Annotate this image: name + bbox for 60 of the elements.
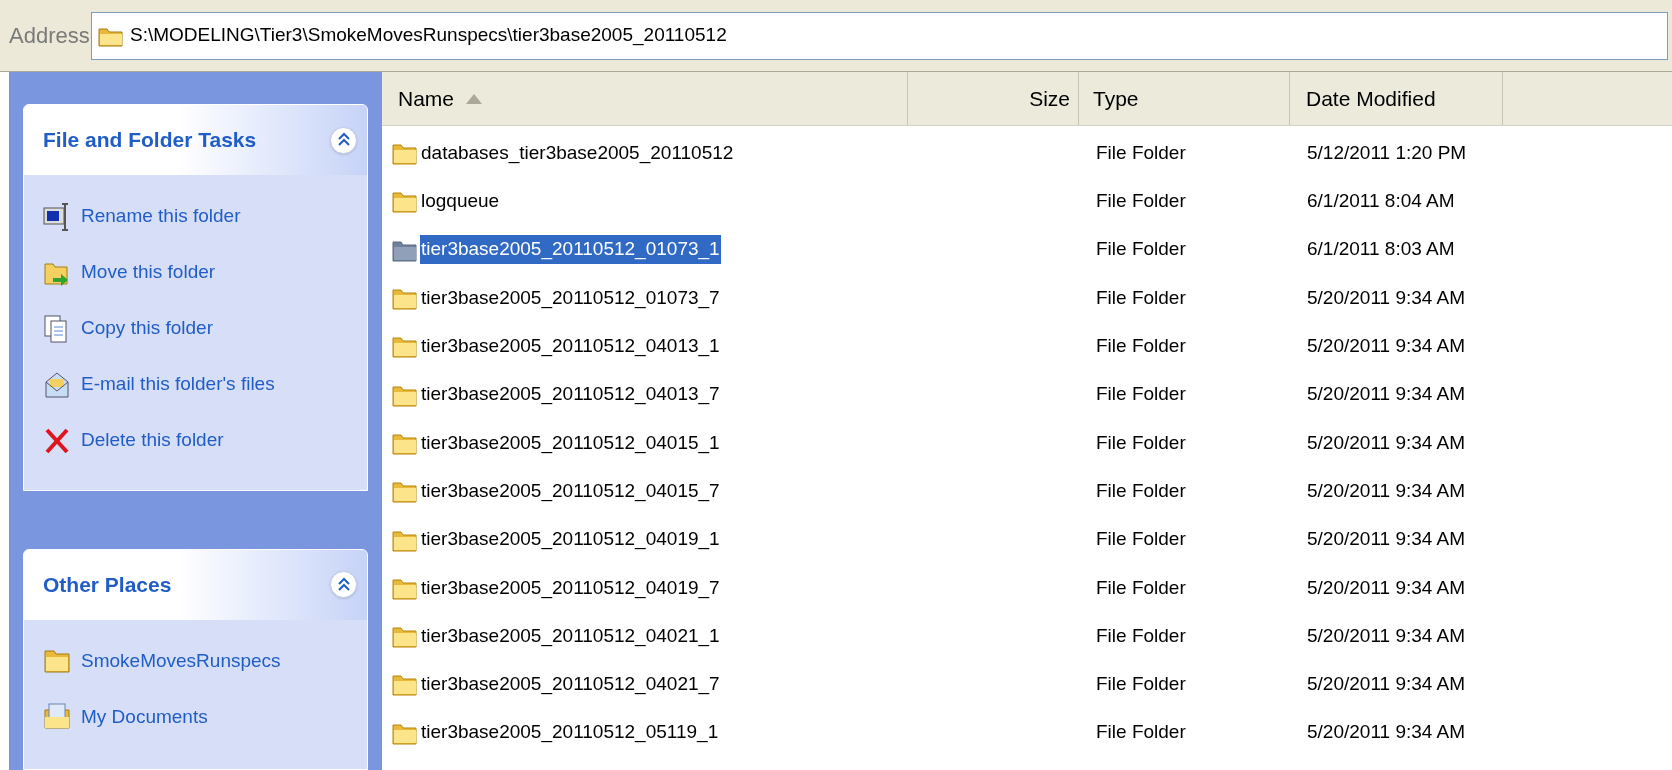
collapse-button[interactable] [330, 126, 357, 154]
column-header[interactable]: Size [908, 72, 1079, 125]
file-name[interactable]: tier3base2005_20110512_04015_7 [420, 476, 721, 506]
panel-title: File and Folder Tasks [43, 127, 257, 154]
file-name[interactable]: tier3base2005_20110512_04013_7 [420, 380, 721, 409]
table-cell-text: 5/20/2011 9:34 AM [1306, 623, 1467, 648]
address-label: Address [9, 22, 91, 50]
table-cell-text: File Folder [1095, 334, 1187, 359]
table-cell-text: File Folder [1095, 382, 1187, 407]
table-cell-text: 5/20/2011 9:34 AM [1306, 334, 1467, 359]
table-cell-text: File Folder [1095, 237, 1187, 262]
table-cell-text: File Folder [1095, 189, 1187, 214]
table-cell-text: File Folder [1095, 672, 1187, 697]
collapse-button[interactable] [330, 571, 357, 599]
table-cell-text: 5/20/2011 9:34 AM [1306, 285, 1467, 310]
column-header[interactable]: Type [1079, 72, 1290, 125]
double-chevron-up-icon [336, 576, 351, 593]
file-name[interactable]: tier3base2005_20110512_04015_1 [420, 428, 721, 458]
table-cell-text: 5/12/2011 1:20 PM [1306, 140, 1468, 165]
column-header[interactable]: Name [382, 72, 908, 125]
task-link[interactable]: E-mail this folder's files [81, 370, 275, 399]
table-cell-text: 5/20/2011 9:34 AM [1306, 720, 1467, 745]
task-link[interactable]: Rename this folder [81, 202, 241, 231]
file-name[interactable]: tier3base2005_20110512_04019_1 [420, 525, 721, 554]
table-cell-text: 5/20/2011 9:34 AM [1306, 527, 1467, 552]
table-cell-text: File Folder [1095, 575, 1187, 600]
column-header[interactable]: Date Modified [1290, 72, 1503, 125]
task-link[interactable]: Copy this folder [81, 314, 213, 343]
table-cell-text: File Folder [1095, 623, 1187, 648]
table-cell-text: 5/20/2011 9:34 AM [1306, 382, 1467, 407]
file-name[interactable]: tier3base2005_20110512_04021_7 [420, 670, 721, 699]
table-cell-text: 5/20/2011 9:34 AM [1306, 430, 1467, 455]
task-link[interactable]: My Documents [81, 702, 208, 732]
file-name[interactable]: databases_tier3base2005_20110512 [420, 138, 735, 168]
rename-icon [43, 201, 71, 232]
table-cell-text: 6/1/2011 8:04 AM [1306, 189, 1456, 214]
file-name[interactable]: logqueue [420, 187, 501, 216]
file-name[interactable]: tier3base2005_20110512_04019_7 [420, 573, 721, 603]
address-field[interactable]: S:\MODELING\Tier3\SmokeMovesRunspecs\tier3base2005_20110512 [91, 11, 1668, 60]
file-name[interactable]: tier3base2005_20110512_04013_1 [420, 332, 721, 361]
table-cell-text: File Folder [1095, 285, 1187, 310]
file-name[interactable]: tier3base2005_20110512_05119_1 [420, 718, 720, 747]
table-cell-text: 5/20/2011 9:34 AM [1306, 672, 1467, 697]
table-cell-text: File Folder [1095, 720, 1187, 745]
address-path: S:\MODELING\Tier3\SmokeMovesRunspecs\tier3base2005_20110512 [130, 23, 727, 48]
task-link[interactable]: Move this folder [81, 258, 216, 287]
panel-title: Other Places [43, 571, 172, 598]
file-name[interactable]: tier3base2005_20110512_01073_1 [420, 235, 721, 264]
table-cell-text: File Folder [1095, 527, 1187, 552]
double-chevron-up-icon [336, 132, 351, 148]
table-cell-text: 6/1/2011 8:03 AM [1306, 237, 1456, 262]
table-cell-text: File Folder [1095, 430, 1187, 455]
task-link[interactable]: Delete this folder [81, 426, 224, 455]
table-cell-text: File Folder [1095, 478, 1187, 503]
table-cell-text: 5/20/2011 9:34 AM [1306, 575, 1467, 600]
file-name[interactable]: tier3base2005_20110512_04021_1 [420, 621, 721, 651]
task-link[interactable]: SmokeMovesRunspecs [81, 646, 281, 676]
table-cell-text: File Folder [1095, 140, 1187, 165]
table-cell-text: 5/20/2011 9:34 AM [1306, 478, 1467, 503]
file-name[interactable]: tier3base2005_20110512_01073_7 [420, 283, 721, 313]
